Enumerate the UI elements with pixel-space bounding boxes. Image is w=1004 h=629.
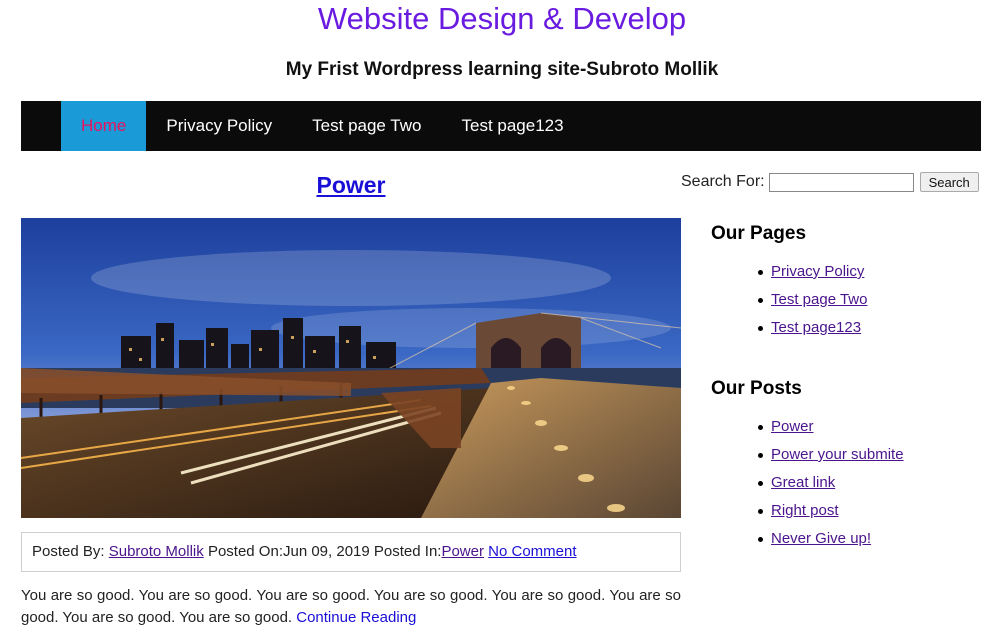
nav-item-test-page123[interactable]: Test page123 bbox=[442, 101, 584, 151]
search-form: Search For: Search bbox=[681, 170, 981, 194]
search-label: Search For: bbox=[681, 173, 765, 190]
post-link-never-give-up[interactable]: Never Give up! bbox=[771, 530, 871, 547]
page-link-test-page123[interactable]: Test page123 bbox=[771, 319, 861, 336]
page-link-test-page-two[interactable]: Test page Two bbox=[771, 291, 867, 308]
list-item: Test page Two bbox=[757, 290, 867, 318]
nav-item-home[interactable]: Home bbox=[61, 101, 147, 151]
nav-item-privacy-policy[interactable]: Privacy Policy bbox=[146, 101, 292, 151]
nav-item-test-page-two[interactable]: Test page Two bbox=[292, 101, 441, 151]
site-title[interactable]: Website Design & Develop bbox=[0, 0, 1004, 38]
our-pages-list: Privacy Policy Test page Two Test page12… bbox=[757, 262, 867, 346]
our-posts-heading: Our Posts bbox=[711, 378, 802, 399]
list-item: Right post bbox=[758, 501, 904, 529]
post-link-great-link[interactable]: Great link bbox=[771, 474, 835, 491]
post-featured-image[interactable] bbox=[21, 218, 681, 518]
continue-reading-link[interactable]: Continue Reading bbox=[296, 609, 416, 626]
list-item: Test page123 bbox=[757, 318, 867, 346]
our-pages-heading: Our Pages bbox=[711, 223, 807, 244]
post-link-power-your-submite[interactable]: Power your submite bbox=[771, 446, 904, 463]
list-item: Great link bbox=[758, 473, 904, 501]
list-item: Power bbox=[758, 417, 904, 445]
list-item: Privacy Policy bbox=[757, 262, 867, 290]
posted-by-label: Posted By: bbox=[32, 543, 105, 560]
search-input[interactable] bbox=[768, 172, 914, 192]
post-date: Jun 09, 2019 bbox=[282, 543, 370, 560]
site-tagline: My Frist Wordpress learning site-Subroto… bbox=[285, 59, 719, 80]
city-bridge-night-image bbox=[21, 218, 681, 518]
our-posts-list: Power Power your submite Great link Righ… bbox=[758, 417, 904, 557]
page-link-privacy-policy[interactable]: Privacy Policy bbox=[771, 263, 864, 280]
post-title-link[interactable]: Power bbox=[21, 171, 681, 199]
list-item: Power your submite bbox=[758, 445, 904, 473]
post-meta: Posted By: Subroto Mollik Posted On:Jun … bbox=[21, 532, 681, 572]
comments-link[interactable]: No Comment bbox=[488, 543, 576, 560]
post-excerpt: You are so good. You are so good. You ar… bbox=[21, 585, 681, 629]
list-item: Never Give up! bbox=[758, 529, 904, 557]
category-link[interactable]: Power bbox=[441, 543, 484, 560]
author-link[interactable]: Subroto Mollik bbox=[109, 543, 204, 560]
post-link-power[interactable]: Power bbox=[771, 418, 814, 435]
post-link-right-post[interactable]: Right post bbox=[771, 502, 839, 519]
posted-in-label: Posted In: bbox=[373, 543, 442, 560]
search-button[interactable]: Search bbox=[919, 172, 979, 192]
posted-on-label: Posted On: bbox=[207, 543, 283, 560]
main-nav: Home Privacy Policy Test page Two Test p… bbox=[21, 101, 981, 151]
